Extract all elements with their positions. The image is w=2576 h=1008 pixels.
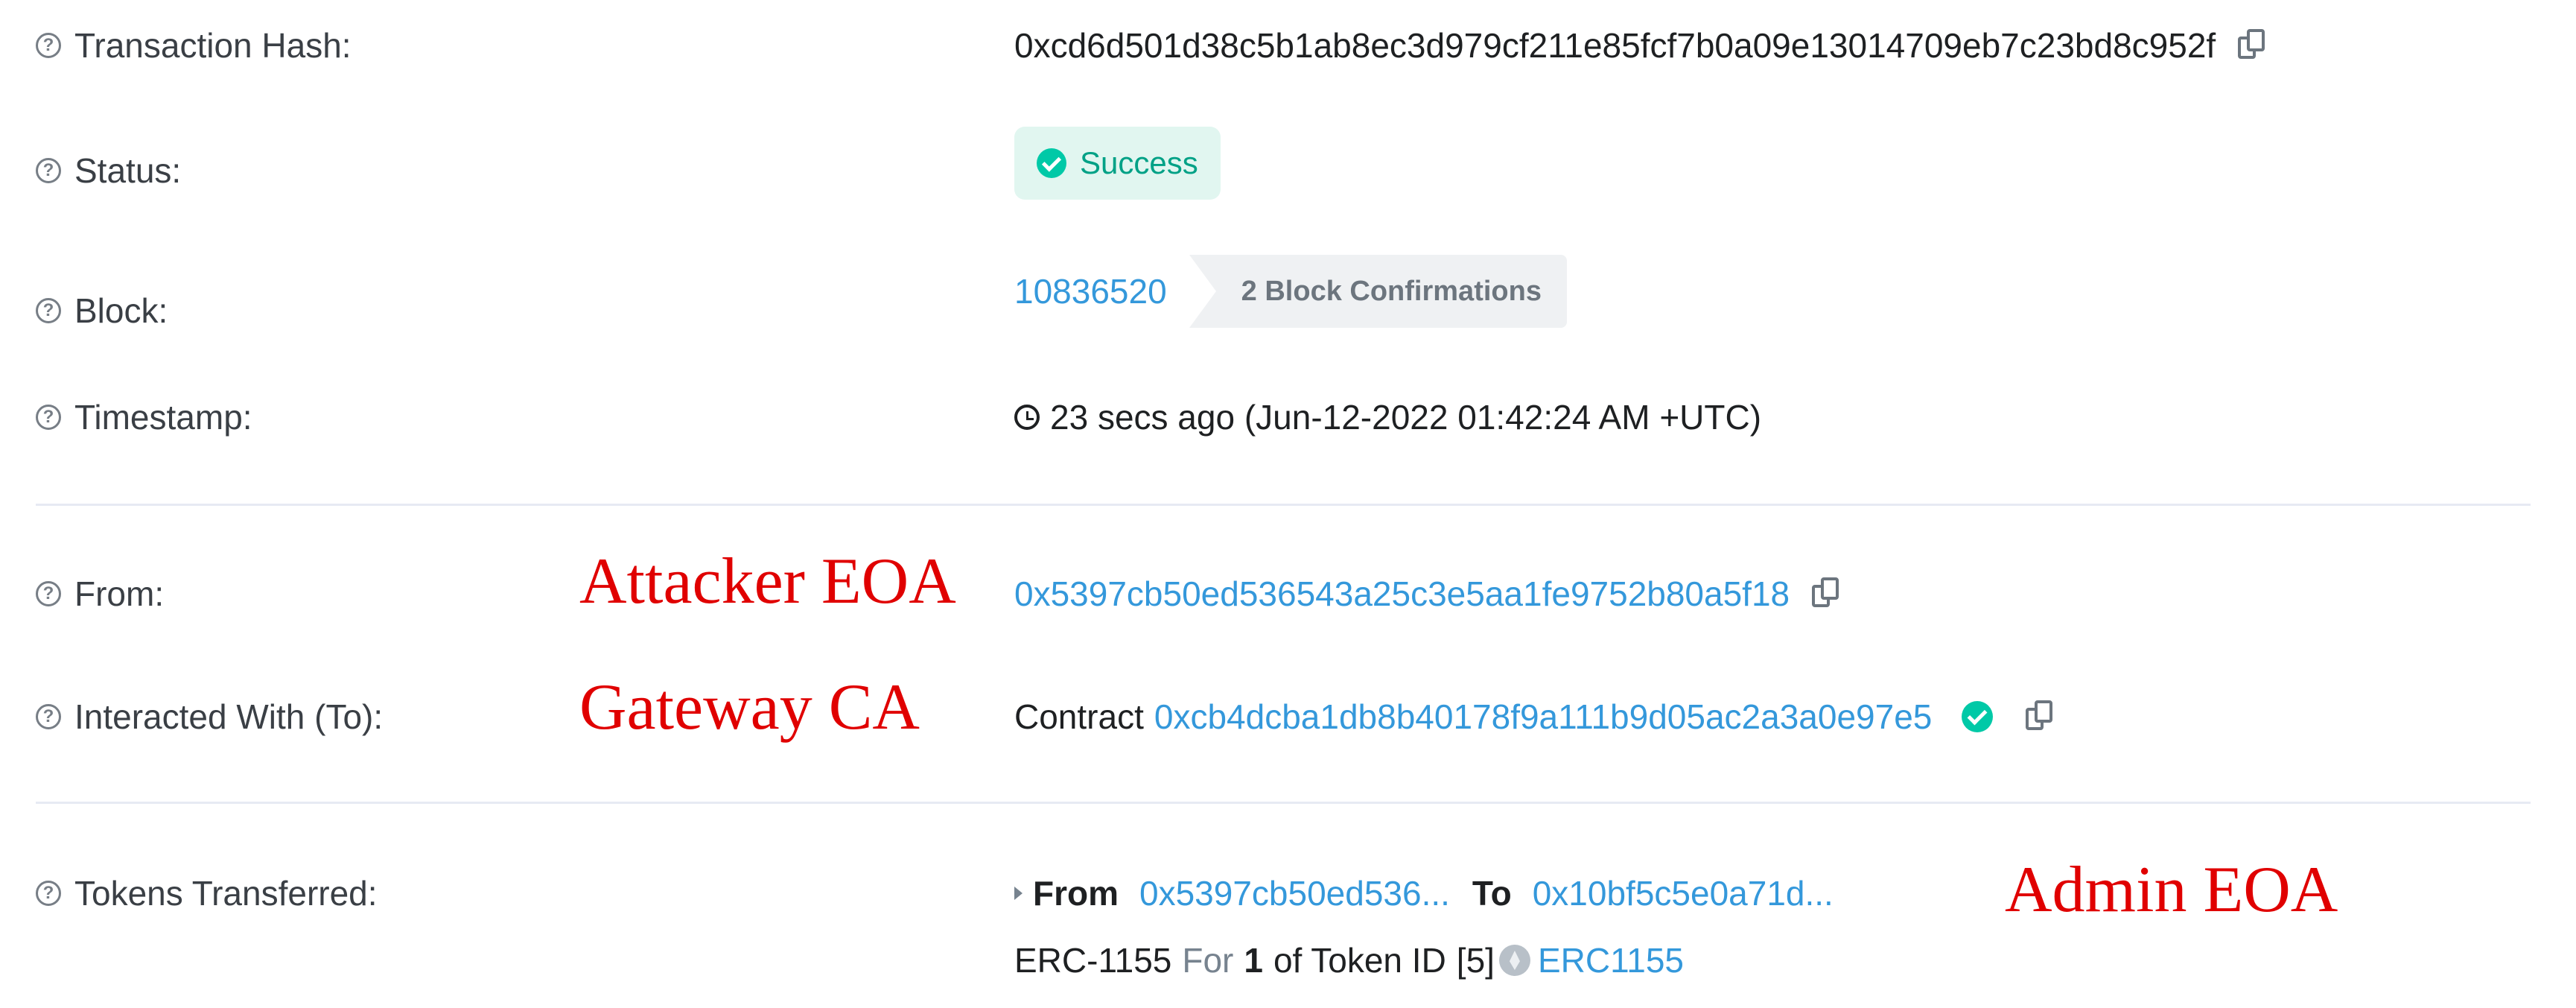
timestamp-label: Timestamp: xyxy=(74,398,252,437)
interacted-with-row: ? Interacted With (To): Gateway CA Contr… xyxy=(0,671,2576,756)
status-badge: Success xyxy=(1014,127,1221,200)
tx-hash-label: Transaction Hash: xyxy=(74,26,352,65)
from-value-group: 0x5397cb50ed536543a25c3e5aa1fe9752b80a5f… xyxy=(1014,574,1842,614)
question-circle-icon[interactable]: ? xyxy=(36,881,61,906)
section-divider xyxy=(36,504,2531,506)
question-circle-icon[interactable]: ? xyxy=(36,704,61,729)
from-address-link[interactable]: 0x5397cb50ed536543a25c3e5aa1fe9752b80a5f… xyxy=(1014,574,1790,614)
tokens-transferred-label-group: ? Tokens Transferred: xyxy=(36,873,378,913)
token-logo-icon xyxy=(1498,945,1530,976)
verified-check-icon xyxy=(1962,701,1994,732)
block-value-group: 10836520 2 Block Confirmations xyxy=(1014,255,1567,328)
token-from-address-link[interactable]: 0x5397cb50ed536... xyxy=(1139,873,1450,913)
tx-hash-value: 0xcd6d501d38c5b1ab8ec3d979cf211e85fcf7b0… xyxy=(1014,26,2216,65)
token-for-label: For xyxy=(1182,941,1234,980)
question-circle-icon[interactable]: ? xyxy=(36,158,61,183)
timestamp-value-group: 23 secs ago (Jun-12-2022 01:42:24 AM +UT… xyxy=(1014,397,1761,437)
question-circle-icon[interactable]: ? xyxy=(36,405,61,430)
block-confirmations-text: 2 Block Confirmations xyxy=(1241,275,1542,307)
gateway-ca-annotation: Gateway CA xyxy=(579,671,920,744)
tokens-transferred-row: ? Tokens Transferred: From 0x5397cb50ed5… xyxy=(0,854,2576,1006)
tx-hash-value-group: 0xcd6d501d38c5b1ab8ec3d979cf211e85fcf7b0… xyxy=(1014,25,2268,66)
section-divider xyxy=(36,802,2531,804)
token-amount: 1 xyxy=(1244,941,1263,980)
admin-eoa-annotation: Admin EOA xyxy=(2005,854,2338,926)
interacted-with-label-group: ? Interacted With (To): xyxy=(36,697,383,737)
status-label: Status: xyxy=(74,151,182,190)
token-detail-line: ERC-1155 For 1 of Token ID [5] ERC1155 xyxy=(1014,940,1684,980)
contract-address-link[interactable]: 0xcb4dcba1db8b40178f9a111b9d05ac2a3a0e97… xyxy=(1154,697,1933,737)
status-value-group: Success xyxy=(1014,127,1221,200)
timestamp-row: ? Timestamp: 23 secs ago (Jun-12-2022 01… xyxy=(0,391,2576,443)
token-to-label: To xyxy=(1472,874,1512,913)
from-row: ? From: Attacker EOA 0x5397cb50ed536543a… xyxy=(0,544,2576,626)
clock-icon xyxy=(1014,405,1040,430)
token-standard: ERC-1155 xyxy=(1014,941,1172,980)
copy-icon[interactable] xyxy=(1812,577,1842,610)
token-from-label: From xyxy=(1033,874,1119,913)
interacted-with-label: Interacted With (To): xyxy=(74,697,384,736)
from-label-group: ? From: xyxy=(36,574,164,614)
token-transfer-line: From 0x5397cb50ed536... To 0x10bf5c5e0a7… xyxy=(1014,873,1834,913)
status-row: ? Status: Success xyxy=(0,127,2576,209)
block-label: Block: xyxy=(74,291,168,330)
block-label-group: ? Block: xyxy=(36,291,168,331)
token-to-address-link[interactable]: 0x10bf5c5e0a71d... xyxy=(1533,873,1834,913)
block-row: ? Block: 10836520 2 Block Confirmations xyxy=(0,253,2576,335)
token-id-label: of Token ID xyxy=(1273,941,1446,980)
question-circle-icon[interactable]: ? xyxy=(36,298,61,323)
from-label: From: xyxy=(74,574,165,613)
question-circle-icon[interactable]: ? xyxy=(36,581,61,606)
copy-icon[interactable] xyxy=(2238,29,2268,62)
attacker-eoa-annotation: Attacker EOA xyxy=(579,545,956,618)
interacted-with-value-group: Contract 0xcb4dcba1db8b40178f9a111b9d05a… xyxy=(1014,697,2055,737)
status-label-group: ? Status: xyxy=(36,150,181,191)
tokens-transferred-label: Tokens Transferred: xyxy=(74,874,378,913)
tx-hash-label-group: ? Transaction Hash: xyxy=(36,25,352,66)
question-circle-icon[interactable]: ? xyxy=(36,33,61,58)
contract-prefix: Contract xyxy=(1014,697,1144,736)
block-confirmations-badge: 2 Block Confirmations xyxy=(1189,255,1567,328)
caret-right-icon[interactable] xyxy=(1014,887,1023,900)
check-circle-icon xyxy=(1037,148,1066,178)
copy-icon[interactable] xyxy=(2026,700,2055,733)
timestamp-value: 23 secs ago (Jun-12-2022 01:42:24 AM +UT… xyxy=(1050,398,1762,437)
timestamp-label-group: ? Timestamp: xyxy=(36,397,252,437)
status-text: Success xyxy=(1080,145,1198,180)
token-id-value: [5] xyxy=(1456,941,1495,980)
tx-hash-row: ? Transaction Hash: 0xcd6d501d38c5b1ab8e… xyxy=(0,15,2576,75)
token-name-link[interactable]: ERC1155 xyxy=(1538,940,1684,980)
block-number-link[interactable]: 10836520 xyxy=(1014,271,1167,311)
